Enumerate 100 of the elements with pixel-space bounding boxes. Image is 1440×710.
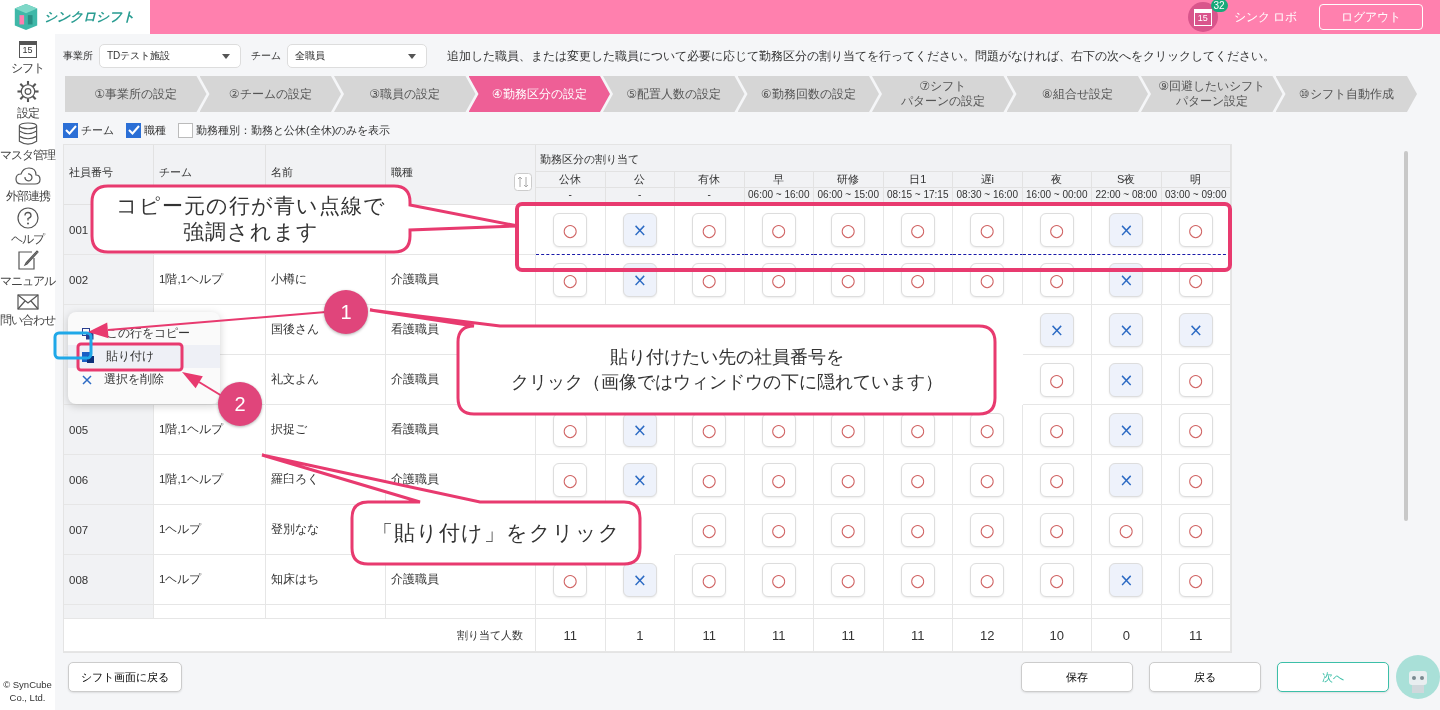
sidebar-item[interactable]: 外部連携: [5, 164, 50, 206]
step-tab[interactable]: ⑤配置人数の設定: [603, 76, 745, 112]
assign-toggle[interactable]: ×: [1178, 312, 1213, 347]
team-select[interactable]: 全職員: [287, 44, 427, 68]
shift-header: S夜: [1092, 172, 1162, 188]
assign-toggle[interactable]: ×: [1109, 213, 1144, 247]
save-button[interactable]: 保存: [1021, 662, 1133, 692]
assign-toggle[interactable]: ×: [1109, 462, 1144, 497]
sidebar-item[interactable]: 問い合わせ: [0, 290, 55, 332]
assign-toggle[interactable]: ○: [1039, 512, 1074, 547]
group-header: 勤務区分の割り当て: [536, 145, 1231, 172]
assign-toggle[interactable]: ×: [1109, 362, 1144, 397]
sort-icon[interactable]: [514, 173, 532, 191]
step-tab[interactable]: ⑥勤務回数の設定: [737, 76, 879, 112]
table-cell[interactable]: 008: [64, 555, 154, 605]
assign-toggle[interactable]: ○: [1039, 462, 1074, 497]
table-cell[interactable]: 002: [64, 255, 154, 305]
sidebar-item[interactable]: 設定: [15, 80, 40, 122]
assign-toggle[interactable]: ×: [1109, 562, 1144, 597]
assign-toggle[interactable]: ○: [970, 412, 1005, 447]
assign-toggle[interactable]: ○: [1039, 562, 1074, 597]
assign-toggle[interactable]: ○: [761, 213, 796, 247]
assign-toggle[interactable]: ○: [1178, 213, 1213, 247]
assign-toggle[interactable]: ○: [761, 562, 796, 597]
step-tab[interactable]: ⑦シフト パターンの設定: [872, 76, 1014, 112]
sidebar-item[interactable]: マニュアル: [0, 248, 55, 290]
assign-toggle[interactable]: ○: [831, 462, 866, 497]
assign-toggle[interactable]: ○: [553, 462, 588, 497]
assign-toggle[interactable]: ×: [622, 213, 657, 247]
assign-toggle[interactable]: ○: [761, 462, 796, 497]
table-cell[interactable]: 005: [64, 405, 154, 455]
back-to-shift-button[interactable]: シフト画面に戻る: [68, 662, 182, 692]
checkbox[interactable]: [63, 122, 78, 138]
assign-toggle[interactable]: ○: [970, 512, 1005, 547]
shift-header: 公: [605, 172, 675, 188]
shift-header: 早: [744, 172, 814, 188]
assign-toggle[interactable]: ○: [1178, 562, 1213, 597]
shift-header: 明: [1161, 172, 1231, 188]
assign-toggle[interactable]: ○: [831, 213, 866, 247]
step-tab[interactable]: ④勤務区分の設定: [468, 76, 610, 112]
table-cell: 11: [675, 619, 745, 652]
step-tab[interactable]: ⑨回避したいシフト パターン設定: [1141, 76, 1283, 112]
robot-avatar[interactable]: [1396, 655, 1440, 699]
assign-toggle[interactable]: ○: [1109, 512, 1144, 547]
assign-toggle[interactable]: ○: [692, 462, 727, 497]
shift-header: 日1: [883, 172, 953, 188]
assign-toggle[interactable]: ○: [970, 213, 1005, 247]
checkbox-label: チーム: [81, 122, 114, 138]
assign-toggle[interactable]: ×: [1109, 312, 1144, 347]
sidebar-item[interactable]: マスタ管理: [0, 122, 55, 164]
assign-toggle[interactable]: ○: [900, 512, 935, 547]
menu-item[interactable]: 選択を削除: [68, 368, 220, 391]
assign-toggle[interactable]: ○: [1039, 362, 1074, 397]
assign-toggle[interactable]: ○: [831, 562, 866, 597]
assign-toggle[interactable]: ○: [761, 512, 796, 547]
table-cell: 11: [536, 619, 606, 652]
table-cell: 11: [1161, 619, 1231, 652]
sidebar-item[interactable]: 15 シフト: [11, 38, 44, 80]
user-name: シンク ロボ: [1233, 8, 1297, 26]
calendar-icon[interactable]: 15: [1193, 8, 1212, 26]
column-header: 職種: [386, 145, 536, 205]
shift-header: 研修: [814, 172, 884, 188]
step-tab[interactable]: ②チームの設定: [199, 76, 341, 112]
assign-toggle[interactable]: ×: [1039, 312, 1074, 347]
assign-toggle[interactable]: ×: [622, 462, 657, 497]
step-tab[interactable]: ⑧組合せ設定: [1006, 76, 1148, 112]
step-tab[interactable]: ③職員の設定: [334, 76, 476, 112]
assign-toggle[interactable]: ○: [831, 512, 866, 547]
assign-toggle[interactable]: ○: [970, 562, 1005, 597]
caret-icon: [222, 53, 230, 59]
table-cell: 1ヘルプ: [154, 555, 266, 605]
assign-toggle[interactable]: ○: [1039, 213, 1074, 247]
assign-toggle[interactable]: ○: [1178, 362, 1213, 397]
scrollbar[interactable]: [1404, 151, 1408, 521]
assign-toggle[interactable]: ○: [900, 562, 935, 597]
assign-toggle[interactable]: ○: [900, 462, 935, 497]
assign-toggle[interactable]: ○: [692, 562, 727, 597]
table-cell: 12: [953, 619, 1023, 652]
sidebar-item[interactable]: ヘルプ: [11, 206, 44, 248]
step-tab[interactable]: ①事業所の設定: [65, 76, 207, 112]
next-button[interactable]: 次へ: [1277, 662, 1389, 692]
assign-toggle[interactable]: ○: [1039, 412, 1074, 447]
table-cell[interactable]: 006: [64, 455, 154, 505]
assign-toggle[interactable]: ○: [1178, 462, 1213, 497]
office-select[interactable]: TDテスト施設: [99, 44, 241, 68]
checkbox[interactable]: [178, 122, 193, 138]
assign-toggle[interactable]: ×: [622, 562, 657, 597]
table-cell[interactable]: 007: [64, 505, 154, 555]
back-button[interactable]: 戻る: [1149, 662, 1261, 692]
step-tab[interactable]: ⑩シフト自動作成: [1275, 76, 1417, 112]
assign-toggle[interactable]: ×: [1109, 412, 1144, 447]
assign-toggle[interactable]: ○: [553, 213, 588, 247]
assign-toggle[interactable]: ○: [692, 213, 727, 247]
assign-toggle[interactable]: ○: [900, 213, 935, 247]
assign-toggle[interactable]: ○: [970, 462, 1005, 497]
logout-button[interactable]: ログアウト: [1319, 4, 1423, 30]
assign-toggle[interactable]: ○: [1178, 512, 1213, 547]
checkbox[interactable]: [126, 122, 141, 138]
assign-toggle[interactable]: ○: [1178, 412, 1213, 447]
assign-toggle[interactable]: ○: [692, 512, 727, 547]
